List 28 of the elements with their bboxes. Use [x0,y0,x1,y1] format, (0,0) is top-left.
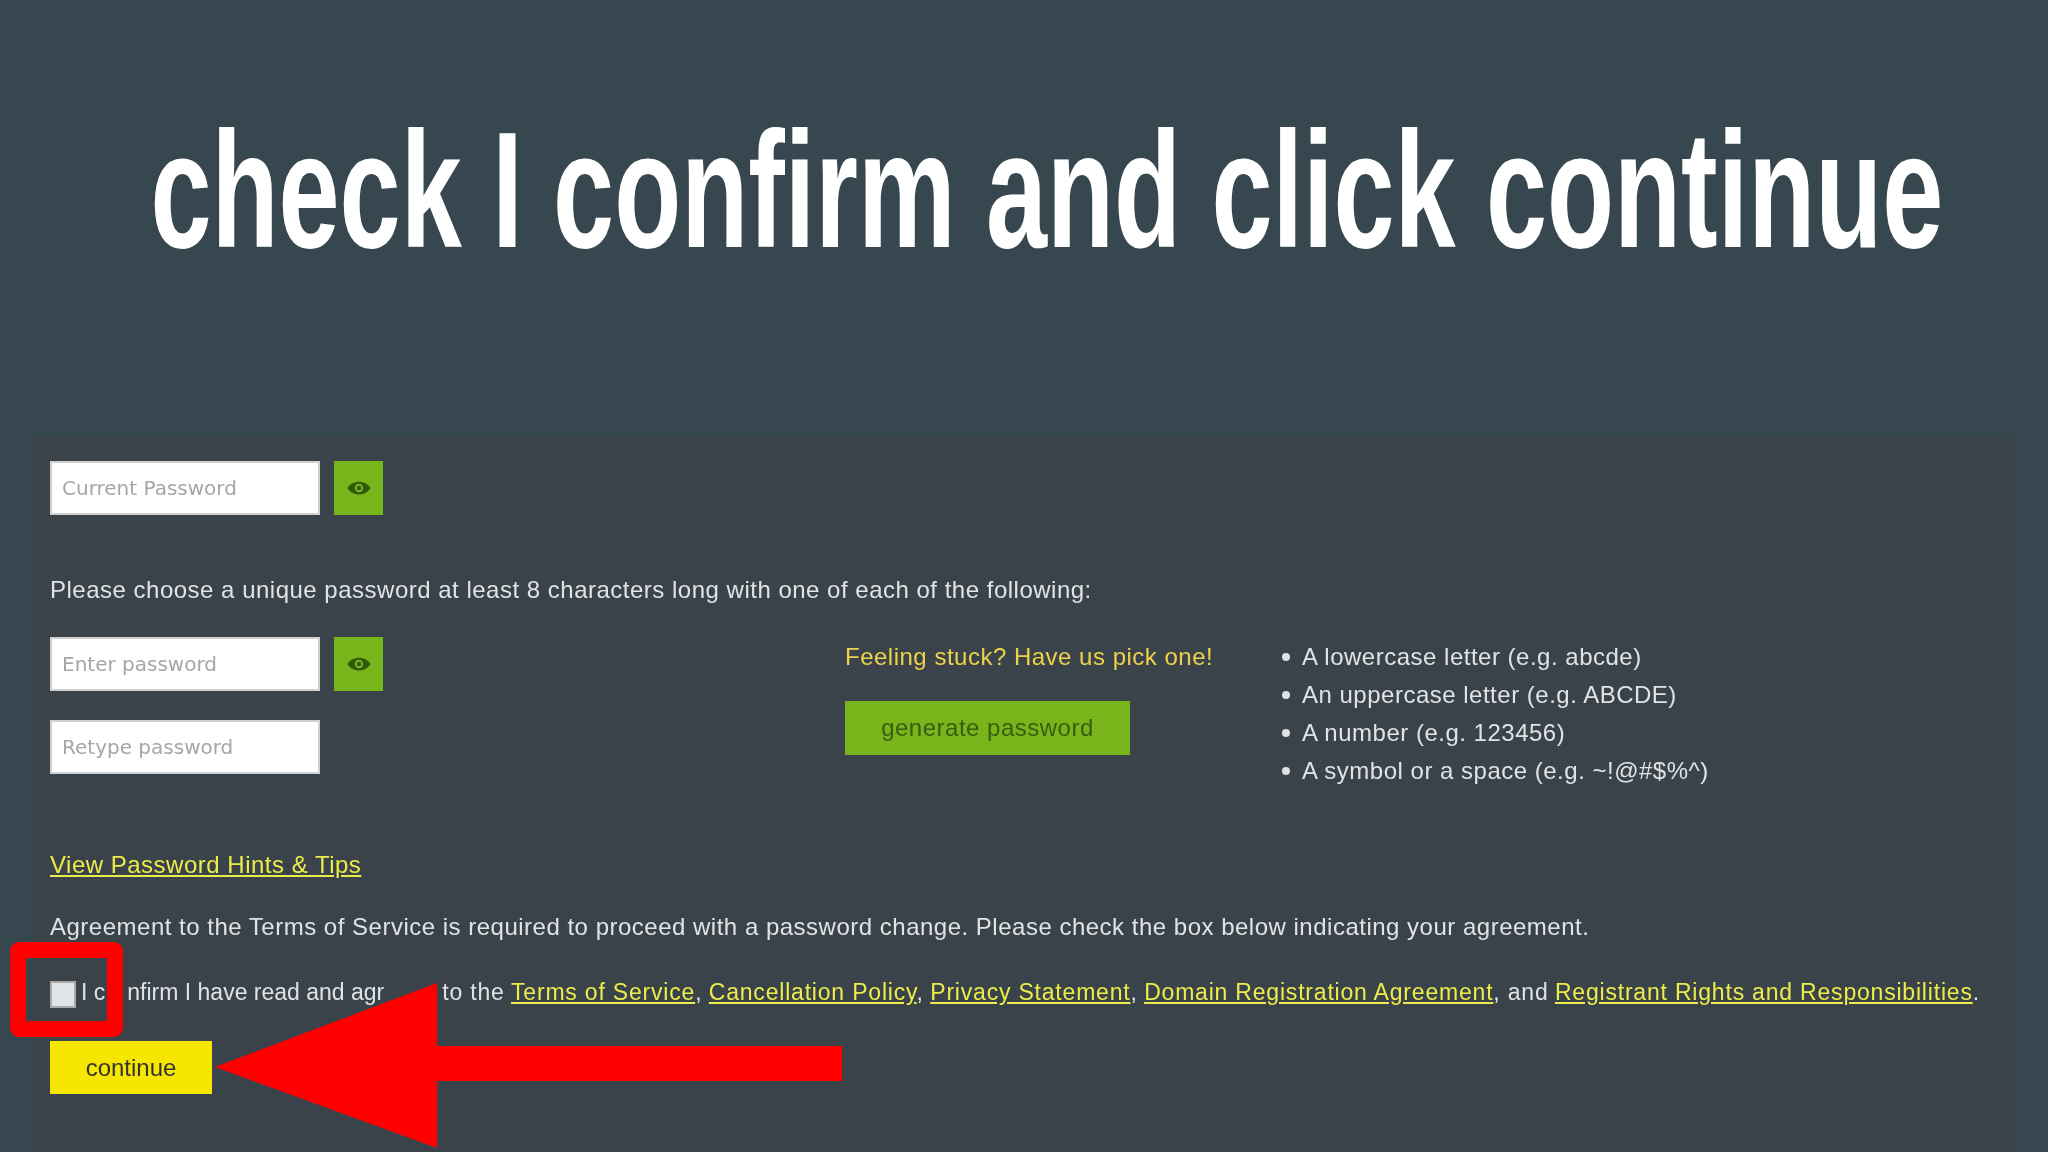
requirement-text: An uppercase letter (e.g. ABCDE) [1302,680,1677,710]
agreement-link[interactable]: Domain Registration Agreement [1144,979,1494,1005]
show-password-button[interactable] [334,461,383,515]
continue-button[interactable]: continue [50,1041,212,1094]
confirm-statement: I c nfirm I have read and agr to the Terms of Service, Cancellation Policy, Privacy Statement, Domain Registration Agreement, and Registrant Rights and Responsibilities. [81,979,1980,1005]
new-password-field[interactable]: Enter password [50,637,320,691]
current-password-field[interactable]: Current Password [50,461,320,515]
agreement-link[interactable]: Cancellation Policy [708,979,917,1005]
eye-icon [346,657,371,671]
bullet-icon [1282,691,1290,699]
password-instructions: Please choose a unique password at least 8 characters long with one of each of the following: [50,575,1092,605]
hints-link[interactable]: View Password Hints & Tips [50,851,362,878]
checkbox[interactable] [50,980,76,1008]
retype-password-field[interactable]: Retype password [50,720,320,774]
eye-icon [346,481,371,495]
requirement-text: A number (e.g. 123456) [1302,718,1566,748]
bullet-icon [1282,767,1290,775]
agreement-link[interactable]: Privacy Statement [930,979,1131,1005]
bullet-icon [1282,653,1290,661]
requirement-text: A symbol or a space (e.g. ~!@#$%^) [1302,756,1709,786]
show-password-button[interactable] [334,637,383,691]
agreement-notice: Agreement to the Terms of Service is required to proceed with a password change. Please check the box below indicating your agreement. [50,915,1590,939]
requirement-text: A lowercase letter (e.g. abcde) [1302,642,1642,672]
agreement-link[interactable]: Terms of Service [511,979,696,1005]
page-title: check I confirm and click continue [150,108,1944,273]
bullet-icon [1282,729,1290,737]
agreement-link[interactable]: Registrant Rights and Responsibilities [1554,979,1973,1005]
generator-prompt: Feeling stuck? Have us pick one! [845,642,1214,672]
